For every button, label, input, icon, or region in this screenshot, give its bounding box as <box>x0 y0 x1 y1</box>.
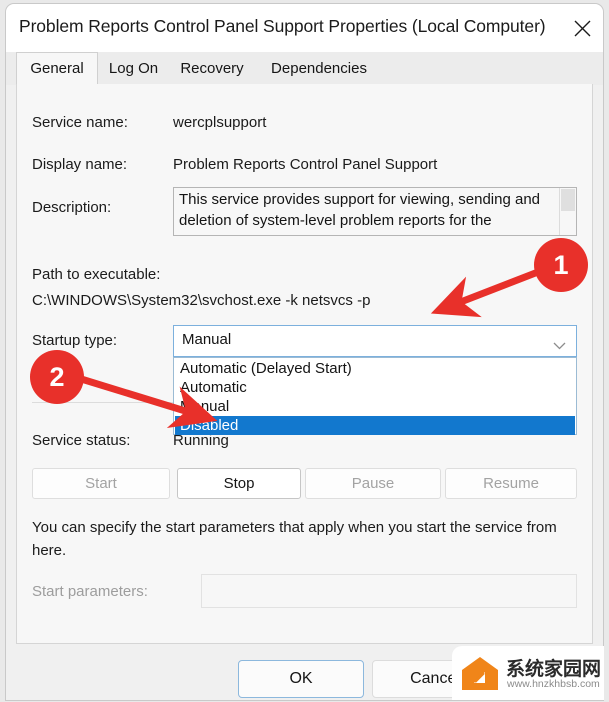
tab-general[interactable]: General <box>16 52 98 85</box>
tab-general-label: General <box>30 60 84 77</box>
resume-button-label: Resume <box>483 475 539 492</box>
service-status-label: Service status: <box>32 432 131 449</box>
description-value: This service provides support for viewin… <box>179 191 541 235</box>
annotation-badge-1: 1 <box>534 238 588 292</box>
service-name-label: Service name: <box>32 114 128 131</box>
description-label: Description: <box>32 199 112 216</box>
display-name-label: Display name: <box>32 156 128 173</box>
close-icon[interactable] <box>562 12 602 44</box>
window-title: Problem Reports Control Panel Support Pr… <box>19 16 546 36</box>
ok-button[interactable]: OK <box>238 660 364 698</box>
chevron-down-icon <box>553 337 566 355</box>
watermark-name: 系统家园网 <box>506 659 602 680</box>
watermark: 系统家园网 www.hnzkhbsb.com <box>452 646 604 700</box>
startup-type-label: Startup type: <box>32 332 118 349</box>
path-to-executable-value: C:\WINDOWS\System32\svchost.exe -k netsv… <box>32 292 371 309</box>
start-parameters-hint: You can specify the start parameters tha… <box>32 519 557 559</box>
tab-dependencies[interactable]: Dependencies <box>257 52 381 85</box>
resume-button[interactable]: Resume <box>445 468 577 499</box>
tab-strip: General Log On Recovery Dependencies <box>6 52 603 85</box>
start-button[interactable]: Start <box>32 468 170 499</box>
stop-button[interactable]: Stop <box>177 468 301 499</box>
service-name-value: wercplsupport <box>173 114 267 131</box>
annotation-badge-1-number: 1 <box>553 249 569 280</box>
tab-recovery-label: Recovery <box>180 60 244 77</box>
description-scrollbar[interactable] <box>559 188 576 235</box>
annotation-badge-2: 2 <box>30 350 84 404</box>
tab-log-on[interactable]: Log On <box>100 52 167 85</box>
stop-button-label: Stop <box>223 475 255 492</box>
startup-type-combobox[interactable]: Manual <box>173 325 577 357</box>
dropdown-option-manual[interactable]: Manual <box>175 397 575 416</box>
annotation-badge-2-number: 2 <box>49 361 65 392</box>
path-to-executable-label: Path to executable: <box>32 266 161 283</box>
pause-button[interactable]: Pause <box>305 468 441 499</box>
tab-dependencies-label: Dependencies <box>271 60 367 77</box>
title-bar: Problem Reports Control Panel Support Pr… <box>6 4 603 52</box>
display-name-value: Problem Reports Control Panel Support <box>173 156 438 173</box>
startup-type-dropdown-list[interactable]: Automatic (Delayed Start) Automatic Manu… <box>173 357 577 435</box>
tab-log-on-label: Log On <box>108 60 159 77</box>
start-parameters-input[interactable] <box>201 574 577 608</box>
tab-recovery[interactable]: Recovery <box>169 52 255 85</box>
ok-button-label: OK <box>289 670 313 687</box>
house-logo-icon <box>462 657 498 690</box>
pause-button-label: Pause <box>351 475 395 492</box>
dropdown-option-automatic[interactable]: Automatic <box>175 378 575 397</box>
start-button-label: Start <box>85 475 117 492</box>
description-textarea[interactable]: This service provides support for viewin… <box>173 187 577 236</box>
service-properties-dialog: Problem Reports Control Panel Support Pr… <box>6 4 603 700</box>
dropdown-option-disabled[interactable]: Disabled <box>175 416 575 435</box>
watermark-url: www.hnzkhbsb.com <box>507 678 600 690</box>
startup-type-value: Manual <box>182 331 232 348</box>
dropdown-option-automatic-delayed[interactable]: Automatic (Delayed Start) <box>175 359 575 378</box>
start-parameters-label: Start parameters: <box>32 583 148 600</box>
